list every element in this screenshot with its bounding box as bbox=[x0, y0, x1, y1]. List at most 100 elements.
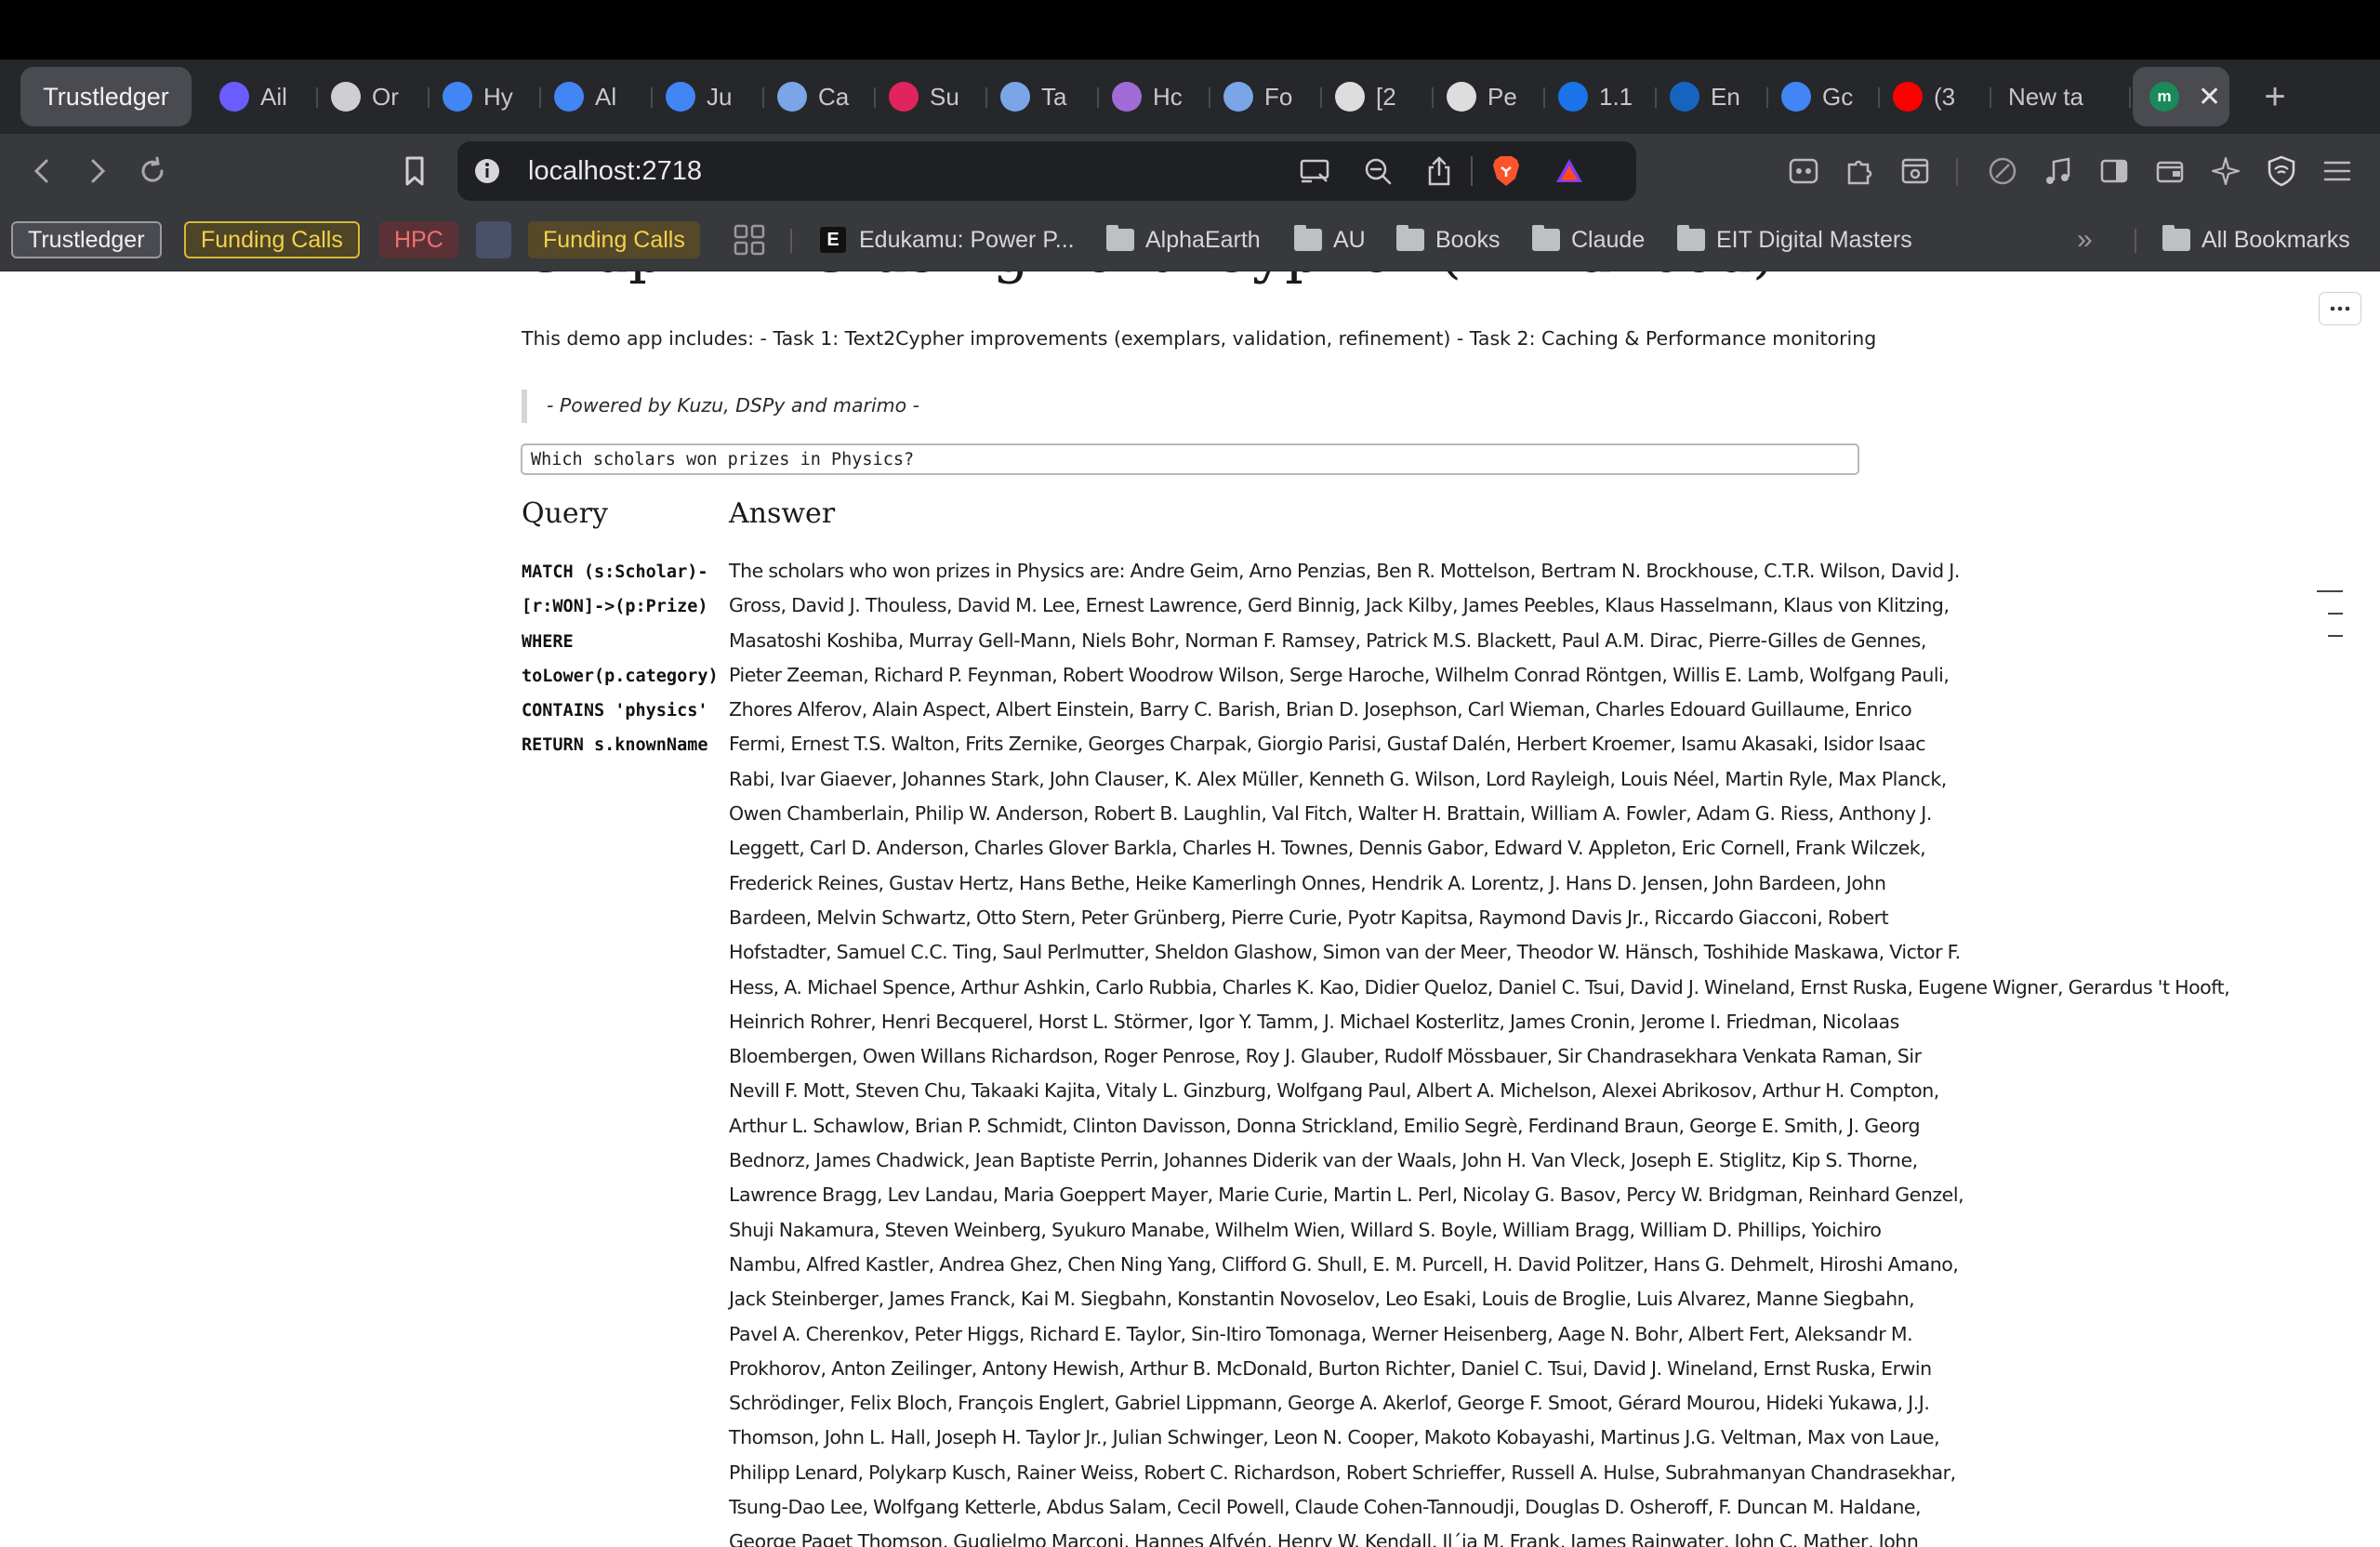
answer-text: The scholars who won prizes in Physics a… bbox=[729, 554, 2230, 1547]
reload-icon bbox=[141, 156, 164, 182]
cast-button[interactable] bbox=[1292, 149, 1337, 193]
leo-button[interactable] bbox=[1781, 149, 1826, 193]
bookmark-folder-books[interactable]: Books bbox=[1396, 221, 1500, 258]
menu-button[interactable] bbox=[2315, 149, 2360, 193]
bookmark-folder-claude[interactable]: Claude bbox=[1532, 221, 1645, 258]
answer-line: The scholars who won prizes in Physics a… bbox=[729, 560, 1960, 582]
ai-sparkle-button[interactable] bbox=[2203, 149, 2248, 193]
bookmark-folder-au[interactable]: AU bbox=[1294, 221, 1366, 258]
toc-line[interactable] bbox=[2328, 613, 2343, 615]
browser-toolbar: localhost:2718 bbox=[0, 134, 2380, 208]
bookmark-folder-alphaearth[interactable]: AlphaEarth bbox=[1106, 221, 1261, 258]
bookmark-funding-calls-1[interactable]: Funding Calls bbox=[184, 221, 360, 258]
answer-line: Bednorz, James Chadwick, Jean Baptiste P… bbox=[729, 1149, 1918, 1172]
cast-icon bbox=[1300, 159, 1329, 183]
bookmark-button[interactable] bbox=[392, 149, 437, 193]
google-icon bbox=[554, 82, 584, 112]
brave-rewards-button[interactable] bbox=[1547, 149, 1592, 193]
edukamu-icon: E bbox=[820, 227, 846, 253]
sparkle-icon bbox=[2211, 156, 2241, 186]
tab-marimo[interactable]: m ✕ bbox=[2133, 67, 2229, 126]
youtube-icon bbox=[1893, 82, 1923, 112]
answer-line: Frederick Reines, Gustav Hertz, Hans Bet… bbox=[729, 871, 1886, 894]
tab[interactable]: Gc bbox=[1768, 67, 1880, 126]
toc-line[interactable] bbox=[2328, 635, 2343, 637]
tab-active[interactable]: Trustledger bbox=[20, 67, 192, 126]
reload-button[interactable] bbox=[130, 149, 175, 193]
bookmark-trustledger[interactable]: Trustledger bbox=[11, 221, 162, 258]
speedreader-button[interactable] bbox=[1980, 149, 2025, 193]
bookmarks-overflow-chevron-icon[interactable]: » bbox=[2077, 221, 2093, 258]
music-button[interactable] bbox=[2036, 149, 2081, 193]
tab[interactable]: [2 bbox=[1322, 67, 1434, 126]
answer-line: Zhores Alferov, Alain Aspect, Albert Ein… bbox=[729, 698, 1912, 721]
extensions-button[interactable] bbox=[1837, 149, 1882, 193]
forward-button[interactable] bbox=[74, 149, 119, 193]
bookmark-hpc[interactable]: HPC bbox=[379, 221, 458, 258]
apps-grid-icon bbox=[734, 224, 765, 256]
bookmarks-bar: Trustledger Funding Calls HPC Funding Ca… bbox=[0, 208, 2380, 271]
toc-line[interactable] bbox=[2317, 590, 2343, 592]
cypher-query: MATCH (s:Scholar)- [r:WON]->(p:Prize) WHER… bbox=[522, 555, 731, 763]
question-input[interactable] bbox=[521, 443, 1859, 475]
back-button[interactable] bbox=[20, 149, 65, 193]
answer-line: Leggett, Carl D. Anderson, Charles Glove… bbox=[729, 837, 1926, 860]
share-icon bbox=[1428, 156, 1450, 186]
ring-icon bbox=[1112, 82, 1142, 112]
tabs-row: Ail Or Hy Al Ju Ca Su Ta Hc Fo [2 Pe 1.1 En Gc (3 New ta bbox=[206, 67, 2131, 126]
tab-active-title: Trustledger bbox=[43, 82, 169, 111]
tab[interactable]: New ta bbox=[1991, 67, 2131, 126]
reader-button[interactable] bbox=[1893, 149, 1937, 193]
tab[interactable]: Ca bbox=[764, 67, 876, 126]
tab[interactable]: Hy bbox=[430, 67, 541, 126]
zoom-button[interactable] bbox=[1355, 149, 1400, 193]
vpn-button[interactable] bbox=[2259, 149, 2304, 193]
sidebar-toggle-button[interactable] bbox=[2092, 149, 2136, 193]
answer-line: Bloembergen, Owen Willans Richardson, Ro… bbox=[729, 1045, 1922, 1068]
bookmark-blank[interactable] bbox=[476, 221, 511, 258]
bookmark-edukamu[interactable]: E Edukamu: Power P... bbox=[820, 221, 1075, 258]
tab[interactable]: Su bbox=[876, 67, 987, 126]
tab-strip: Trustledger Ail Or Hy Al Ju Ca Su Ta Hc Fo [2 Pe 1.1… bbox=[0, 60, 2380, 134]
tab-title: Gc bbox=[1822, 82, 1854, 111]
answer-line: Hess, A. Michael Spence, Arthur Ashkin, … bbox=[729, 975, 2230, 998]
tab[interactable]: En bbox=[1657, 67, 1768, 126]
folder-icon bbox=[1396, 225, 1424, 251]
tab[interactable]: Ta bbox=[987, 67, 1099, 126]
brave-shields-button[interactable] bbox=[1484, 149, 1528, 193]
shield-icon bbox=[2268, 155, 2295, 187]
bookmark-folder-eit[interactable]: EIT Digital Masters bbox=[1677, 221, 1912, 258]
folder-icon bbox=[1532, 225, 1560, 251]
cell-menu-button[interactable] bbox=[2319, 292, 2361, 325]
tab-title: New ta bbox=[2008, 82, 2083, 111]
tab[interactable]: Al bbox=[541, 67, 653, 126]
tab[interactable]: Pe bbox=[1434, 67, 1545, 126]
answer-line: Masatoshi Koshiba, Murray Gell-Mann, Nie… bbox=[729, 628, 1926, 652]
tab[interactable]: Ail bbox=[206, 67, 318, 126]
tab[interactable]: 1.1 bbox=[1545, 67, 1657, 126]
table-of-contents-minimap[interactable] bbox=[2315, 590, 2343, 657]
openai-icon bbox=[1335, 82, 1365, 112]
bookmark-funding-calls-2[interactable]: Funding Calls bbox=[528, 221, 700, 258]
ai-logo-icon bbox=[219, 82, 249, 112]
tab-title: [2 bbox=[1376, 82, 1396, 111]
marimo-page: Graph RAG using Text2Cypher (Enhanced) T… bbox=[0, 271, 2380, 1547]
answer-line: Arthur L. Schawlow, Brian P. Schmidt, Cl… bbox=[729, 1114, 1921, 1137]
tab[interactable]: Ju bbox=[653, 67, 764, 126]
answer-line: Schrödinger, Felix Bloch, François Engle… bbox=[729, 1392, 1930, 1415]
tab[interactable]: Hc bbox=[1099, 67, 1210, 126]
wallet-button[interactable] bbox=[2148, 149, 2192, 193]
close-tab-icon[interactable]: ✕ bbox=[2198, 81, 2221, 113]
share-button[interactable] bbox=[1417, 149, 1461, 193]
page-title: Graph RAG using Text2Cypher (Enhanced) bbox=[521, 271, 1775, 285]
new-tab-button[interactable]: + bbox=[2250, 67, 2300, 126]
bookmark-all-bookmarks[interactable]: All Bookmarks bbox=[2162, 221, 2350, 258]
bookmark-apps[interactable] bbox=[733, 221, 766, 258]
address-bar[interactable]: localhost:2718 bbox=[457, 141, 1636, 201]
tab[interactable]: (3 bbox=[1880, 67, 1991, 126]
toolbar-divider bbox=[1956, 158, 1958, 186]
answer-line: Prokhorov, Anton Zeilinger, Antony Hewis… bbox=[729, 1356, 1932, 1380]
bookmark-label: Books bbox=[1435, 226, 1501, 253]
tab[interactable]: Or bbox=[318, 67, 430, 126]
tab[interactable]: Fo bbox=[1210, 67, 1322, 126]
